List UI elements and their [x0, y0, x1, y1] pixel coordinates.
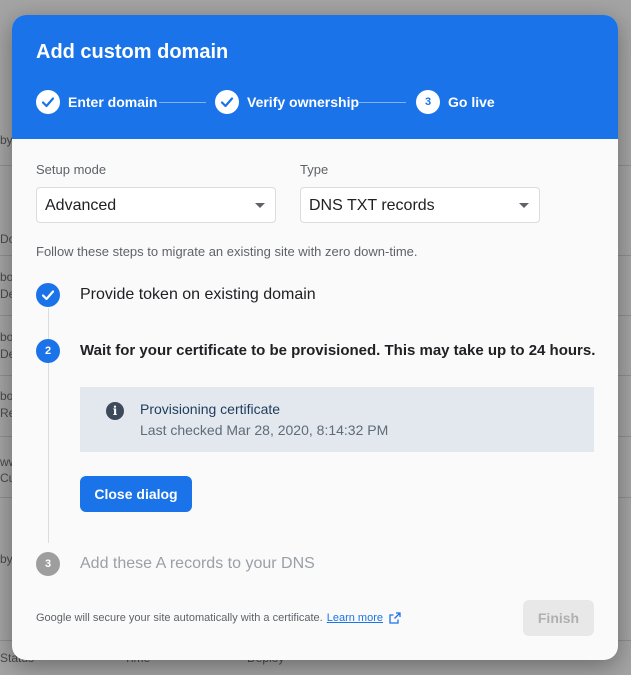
dropdown-arrow-icon	[255, 203, 265, 208]
step-connector	[159, 102, 206, 103]
step-title-wait-certificate: Wait for your certificate to be provisio…	[80, 342, 596, 359]
check-icon	[36, 90, 60, 114]
setup-mode-label: Setup mode	[36, 162, 107, 177]
step-number-badge: 2	[36, 339, 60, 363]
info-icon: i	[106, 402, 124, 420]
close-dialog-button[interactable]: Close dialog	[80, 476, 192, 512]
step-number-badge: 3	[36, 552, 60, 576]
step-verify-ownership: Verify ownership	[215, 90, 359, 114]
setup-mode-value: Advanced	[45, 197, 117, 214]
background-text: by	[0, 552, 13, 566]
step-label: Enter domain	[68, 94, 158, 110]
type-value: DNS TXT records	[309, 197, 435, 214]
setup-mode-select[interactable]: Advanced	[36, 187, 276, 223]
step-connector	[359, 102, 406, 103]
intro-text: Follow these steps to migrate an existin…	[36, 244, 418, 259]
dropdown-arrow-icon	[519, 203, 529, 208]
footer-note: Google will secure your site automatical…	[36, 612, 401, 624]
check-icon	[36, 283, 60, 307]
type-select[interactable]: DNS TXT records	[300, 187, 540, 223]
info-title: Provisioning certificate	[140, 401, 281, 417]
background-text: by	[0, 133, 13, 147]
dialog-header: Add custom domain Enter domain Verify ow…	[12, 15, 618, 139]
step-connector-line	[48, 363, 49, 543]
step-number: 3	[416, 90, 440, 114]
add-custom-domain-dialog: Add custom domain Enter domain Verify ow…	[12, 15, 618, 660]
step-label: Verify ownership	[247, 94, 360, 110]
info-last-checked: Last checked Mar 28, 2020, 8:14:32 PM	[140, 422, 389, 438]
step-title-provide-token: Provide token on existing domain	[80, 286, 316, 303]
step-go-live: 3 Go live	[416, 90, 495, 114]
learn-more-link[interactable]: Learn more	[327, 612, 383, 624]
step-enter-domain: Enter domain	[36, 90, 157, 114]
finish-button[interactable]: Finish	[523, 600, 594, 636]
footer-note-text: Google will secure your site automatical…	[36, 612, 323, 624]
check-icon	[215, 90, 239, 114]
type-label: Type	[300, 162, 329, 177]
provisioning-info-box: i Provisioning certificate Last checked …	[80, 387, 594, 452]
step-title-add-a-records: Add these A records to your DNS	[80, 555, 315, 572]
external-link-icon[interactable]	[389, 612, 401, 624]
dialog-title: Add custom domain	[36, 41, 229, 63]
step-label: Go live	[448, 94, 495, 110]
